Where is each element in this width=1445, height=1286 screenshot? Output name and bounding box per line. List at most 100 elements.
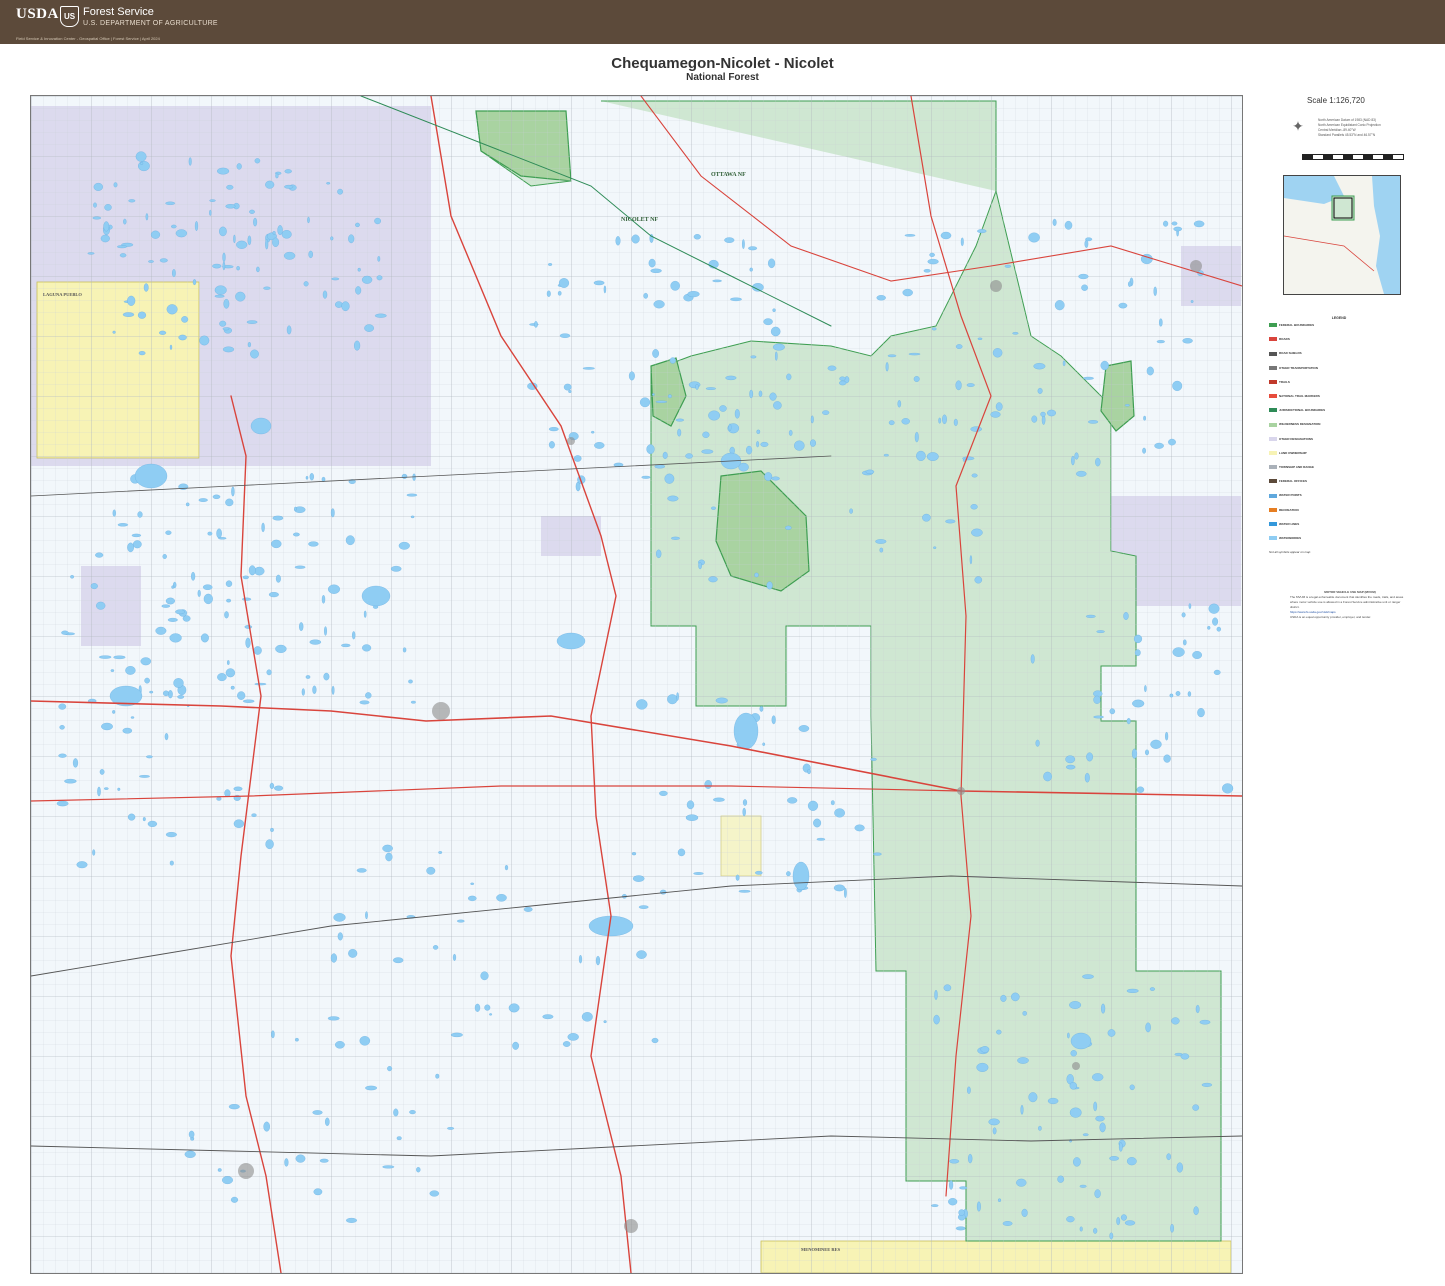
datum-info: North American Datum of 1983 (NAD 83) No… (1318, 118, 1398, 138)
lake (312, 685, 317, 694)
lake (603, 1020, 607, 1024)
lake (827, 365, 837, 371)
lake (1175, 691, 1181, 696)
lake (175, 609, 185, 615)
lake (331, 277, 340, 281)
lake (1171, 221, 1178, 226)
lake (1017, 1057, 1029, 1064)
lake (330, 508, 335, 518)
lake (1084, 239, 1089, 248)
legend-swatch (1269, 337, 1277, 342)
lake (1109, 708, 1116, 715)
legend-swatch (1269, 465, 1277, 470)
lake (904, 234, 916, 237)
lake (301, 688, 305, 696)
lake (675, 418, 684, 422)
lake (730, 297, 742, 302)
lake (676, 692, 679, 701)
lake (162, 554, 167, 559)
lake (762, 742, 766, 746)
lake (1000, 994, 1007, 1002)
lake (650, 268, 662, 273)
lake (345, 535, 355, 546)
lake (429, 1190, 440, 1197)
lake (225, 498, 234, 507)
lake (447, 1127, 455, 1130)
lake (1037, 387, 1043, 394)
legend-section: LAND OWNERSHIP (1269, 451, 1409, 456)
lake (1171, 1017, 1180, 1025)
lake (265, 839, 274, 850)
lake (794, 440, 805, 451)
map-canvas[interactable]: NICOLET NF OTTAWA NF LAGUNA PUEBLO MENOM… (31, 96, 1242, 1273)
lake (1074, 452, 1079, 460)
lake (365, 911, 368, 920)
lake (813, 818, 822, 828)
lake (1181, 612, 1186, 618)
lake (416, 1167, 421, 1173)
lake (1083, 376, 1094, 380)
lake (275, 644, 287, 653)
lake (410, 700, 416, 704)
lake (685, 814, 699, 821)
lake (214, 285, 227, 295)
lake (398, 541, 410, 550)
lake (748, 246, 758, 251)
lake (758, 390, 763, 397)
lake (1118, 1142, 1123, 1152)
lake (335, 301, 343, 308)
lake (659, 889, 667, 895)
legend-section: OTHER TRANSPORTATION (1269, 366, 1409, 370)
lake (1172, 380, 1183, 391)
lake (652, 349, 659, 358)
lake (171, 585, 175, 589)
lake (256, 266, 260, 273)
lake (887, 354, 897, 358)
lake (265, 239, 269, 250)
lake (1180, 1053, 1190, 1060)
lake (330, 953, 337, 963)
lake (822, 410, 830, 415)
lake (1021, 1208, 1028, 1217)
lake (132, 540, 142, 549)
town-large (624, 1219, 638, 1233)
lake (1086, 752, 1093, 762)
legend-section: JURISDICTIONAL BOUNDARIES (1269, 408, 1409, 413)
lake (263, 1121, 270, 1132)
legend-swatch (1269, 351, 1277, 356)
main-map[interactable]: NICOLET NF OTTAWA NF LAGUNA PUEBLO MENOM… (30, 95, 1243, 1274)
lake (322, 290, 328, 299)
lake (1109, 1156, 1119, 1161)
lake (854, 824, 865, 832)
lake (470, 882, 475, 885)
lake (677, 428, 682, 437)
lake (365, 692, 372, 699)
lake (1101, 1003, 1106, 1014)
lake (1095, 457, 1101, 467)
lake (615, 236, 621, 246)
lake (1133, 634, 1143, 644)
lake (200, 633, 209, 643)
legend-swatch (1269, 394, 1277, 399)
location-inset-map[interactable] (1283, 175, 1401, 295)
legend-section: ROAD SHIELDS (1269, 351, 1409, 356)
lake (702, 431, 710, 438)
lake (1142, 447, 1146, 454)
lake (362, 644, 372, 652)
lake (742, 799, 748, 806)
lake (996, 1029, 1002, 1035)
lake (1145, 749, 1149, 756)
lake (1004, 264, 1012, 268)
lake (798, 725, 810, 732)
lake (1043, 771, 1052, 782)
lake (775, 351, 778, 361)
lake (738, 889, 751, 893)
lake (562, 1041, 571, 1047)
lake (698, 562, 702, 570)
lake (1222, 783, 1234, 794)
lake (97, 786, 101, 797)
lake (409, 1110, 416, 1115)
lake (59, 725, 65, 730)
legend-section-title: ROAD SHIELDS (1279, 351, 1302, 356)
lake (231, 486, 235, 497)
